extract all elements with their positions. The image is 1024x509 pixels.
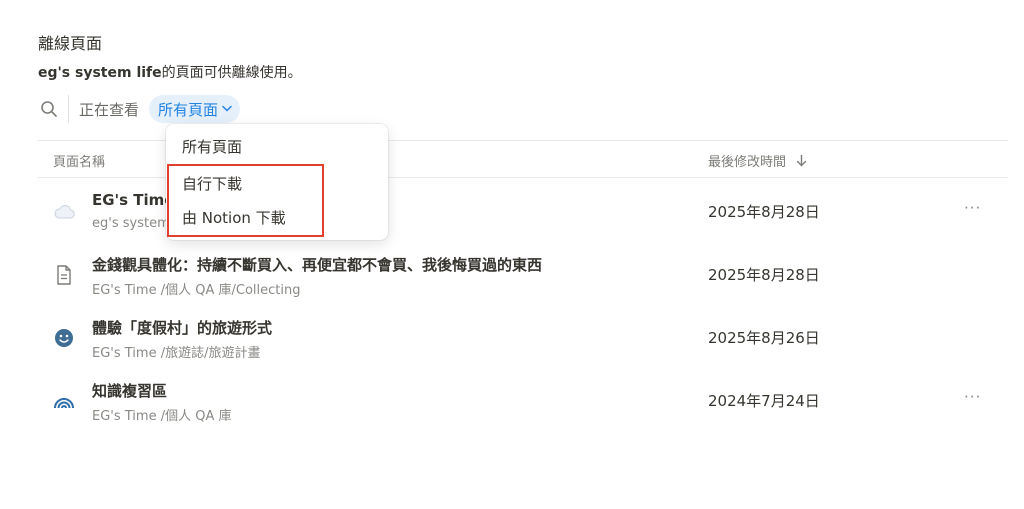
more-options-button[interactable]: ··· [964,199,981,217]
menu-item-notion-downloaded[interactable]: 由 Notion 下載 [182,207,286,228]
column-header-name: 頁面名稱 [53,155,106,170]
menu-item-all-pages[interactable]: 所有頁面 [182,136,242,157]
viewing-label: 正在查看 [79,100,140,119]
row-path: EG's Time /旅遊誌/旅遊計畫 [92,346,261,361]
row-title[interactable]: 金錢觀具體化：持續不斷買入、再便宜都不會買、我後悔買過的東西 [92,254,542,275]
cloud-icon [52,201,76,223]
row-date: 2025年8月26日 [708,329,820,347]
workspace-name: eg's system life [38,65,162,81]
rainbow-icon [52,390,76,412]
description-suffix: 的頁面可供離線使用。 [161,65,302,81]
row-path: EG's Time /個人 QA 庫 [92,409,232,424]
page-title: 離線頁面 [38,34,103,53]
chevron-down-icon [222,104,232,115]
column-header-modified[interactable]: 最後修改時間 [708,151,807,171]
column-header-modified-label: 最後修改時間 [708,155,787,170]
filter-bar: 正在查看 所有頁面 [38,94,241,124]
row-title[interactable]: EG's Time [92,191,174,209]
row-date: 2025年8月28日 [708,203,820,221]
row-title[interactable]: 知識複習區 [92,380,167,401]
filter-dropdown-menu: 所有頁面 自行下載 由 Notion 下載 [166,124,388,240]
table-row[interactable]: 體驗「度假村」的旅遊形式 EG's Time /旅遊誌/旅遊計畫 2025年8月… [38,306,1008,368]
page-description: eg's system life的頁面可供離線使用。 [38,62,302,82]
menu-item-self-downloaded[interactable]: 自行下載 [182,173,242,194]
more-options-button[interactable]: ··· [964,388,981,406]
row-title[interactable]: 體驗「度假村」的旅遊形式 [92,317,272,338]
smiley-icon [52,327,76,349]
search-icon[interactable] [38,98,60,120]
filter-selected-label: 所有頁面 [158,100,219,119]
document-icon [52,264,76,286]
filter-divider [68,95,69,123]
table-row[interactable]: 知識複習區 EG's Time /個人 QA 庫 2024年7月24日 ··· [38,369,1008,431]
row-date: 2025年8月28日 [708,266,820,284]
row-path: EG's Time /個人 QA 庫/Collecting [92,283,301,298]
table-row[interactable]: 金錢觀具體化：持續不斷買入、再便宜都不會買、我後悔買過的東西 EG's Time… [38,243,1008,305]
row-date: 2024年7月24日 [708,392,820,410]
filter-dropdown-button[interactable]: 所有頁面 [149,95,241,123]
arrow-down-icon [796,154,807,171]
